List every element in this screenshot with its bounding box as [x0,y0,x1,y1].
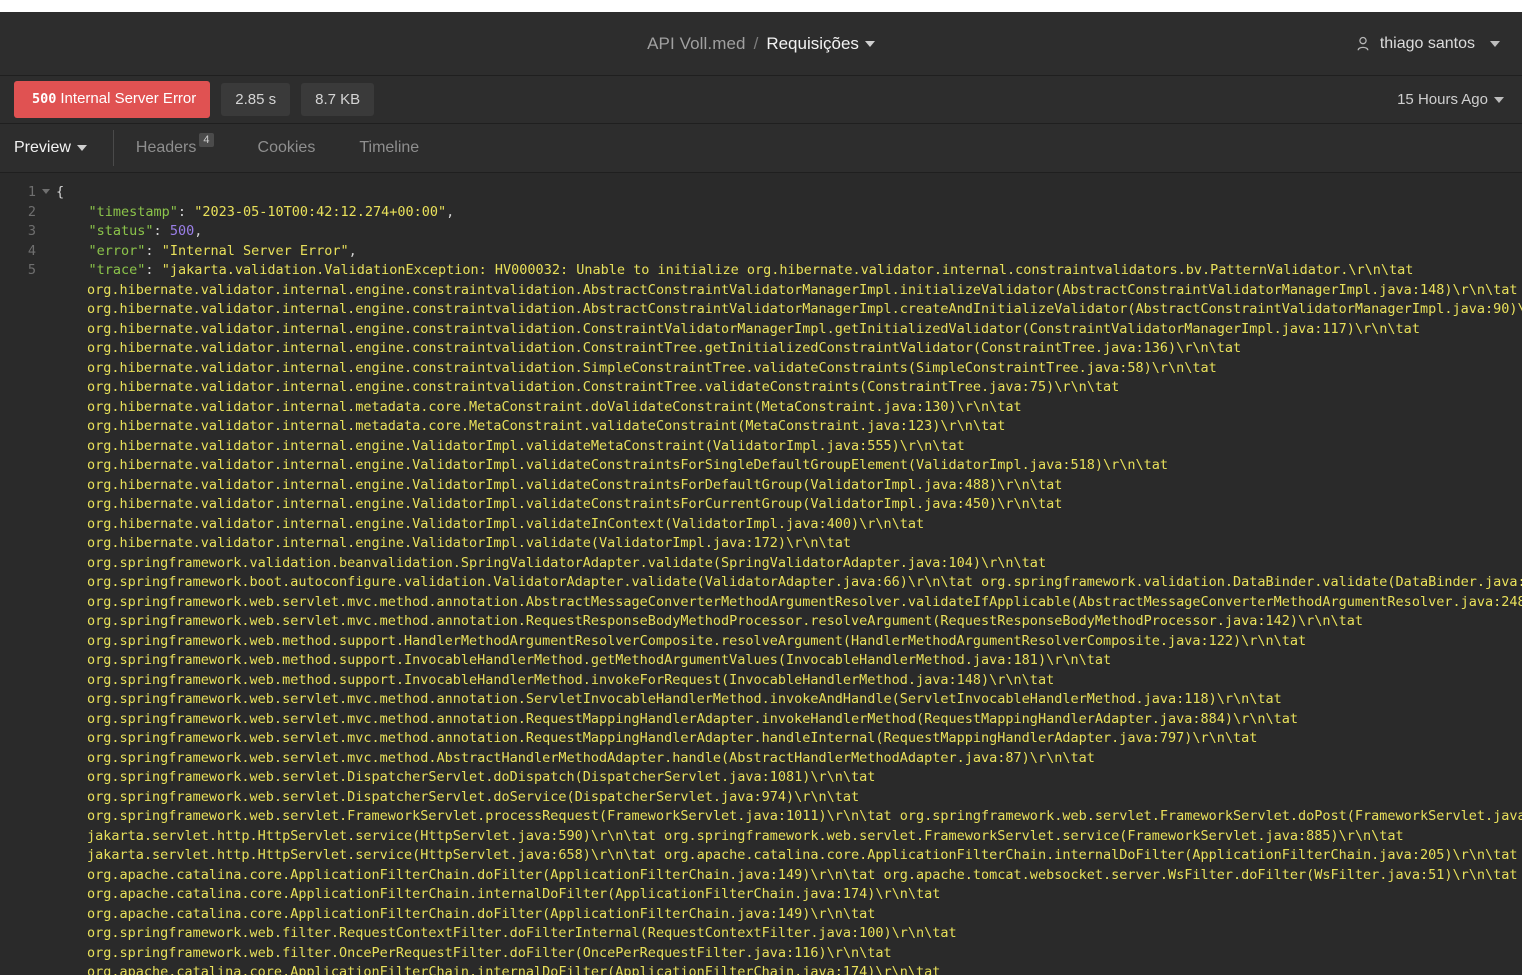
time-ago-selector[interactable]: 15 Hours Ago [1397,91,1504,108]
status-code: 500 [32,90,57,107]
line-number: 1 [0,183,52,203]
stack-trace-line: org.apache.catalina.core.ApplicationFilt… [87,964,941,975]
tab-cookies-label: Cookies [257,139,316,156]
json-key: "trace" [88,262,146,278]
tab-headers[interactable]: Headers 4 [114,124,236,172]
response-time-badge: 2.85 s [221,83,291,116]
breadcrumb-separator: / [753,33,759,53]
stack-trace-line: org.springframework.web.servlet.mvc.meth… [87,613,1364,629]
json-preview-panel[interactable]: 12 3 4 5 { "timestamp": "2023-05-10T00:42:1… [0,173,1522,975]
breadcrumb: API Voll.med / Requisições [0,34,1522,54]
stack-trace-line: org.springframework.web.servlet.Dispatch… [87,769,876,785]
stack-trace-line: org.springframework.web.servlet.mvc.meth… [87,691,1282,707]
time-ago-label: 15 Hours Ago [1397,91,1488,108]
tab-preview[interactable]: Preview [14,124,113,172]
tab-cookies[interactable]: Cookies [236,124,338,172]
stack-trace-line: org.hibernate.validator.internal.engine.… [87,496,1063,512]
stack-trace-line: org.springframework.web.servlet.mvc.meth… [87,730,1258,746]
line-number: 5 [27,262,36,278]
stack-trace-line: org.springframework.boot.autoconfigure.v… [87,574,1522,590]
stack-trace-line: org.springframework.web.servlet.mvc.meth… [87,749,1095,766]
title-bar: API Voll.med / Requisições thiago santos [0,12,1522,76]
stack-trace-line: jakarta.servlet.http.HttpServlet.service… [87,847,1518,863]
status-badge: 500 Internal Server Error [14,80,211,119]
stack-trace-line: org.hibernate.validator.internal.engine.… [87,476,1063,493]
json-line: "status": 500, [88,223,203,239]
tab-headers-label: Headers [135,139,197,156]
breadcrumb-current[interactable]: Requisições [766,34,875,54]
stack-trace-line: org.hibernate.validator.internal.engine.… [87,437,965,454]
stack-trace-line: org.apache.catalina.core.ApplicationFilt… [87,866,1518,883]
stack-trace-line: org.hibernate.validator.internal.engine.… [87,457,1168,473]
stack-trace-line: org.springframework.web.servlet.Dispatch… [87,788,860,805]
json-key: "error" [88,242,146,259]
stack-trace-line: org.hibernate.validator.internal.engine.… [87,515,925,532]
stack-trace-line: org.springframework.web.filter.RequestCo… [87,925,957,941]
json-value: "Internal Server Error" [161,242,349,259]
chevron-down-icon [76,145,87,151]
tab-timeline-label: Timeline [359,139,420,156]
stack-trace-line: org.springframework.validation.beanvalid… [87,554,1047,571]
stack-trace-line: org.hibernate.validator.internal.engine.… [87,340,1242,356]
line-number: 2 [27,203,36,220]
tab-preview-label: Preview [14,139,71,156]
tab-timeline[interactable]: Timeline [337,124,441,172]
stack-trace-line: org.hibernate.validator.internal.metadat… [87,418,1006,434]
tab-bar: Preview Headers 4 Cookies Timeline [0,124,1522,173]
line-number: 3 [27,223,36,239]
chevron-down-icon [1490,40,1500,47]
stack-trace-line: org.hibernate.validator.internal.engine.… [87,281,1518,298]
stack-trace-line: org.hibernate.validator.internal.engine.… [87,359,1217,376]
stack-trace-line: jakarta.servlet.http.HttpServlet.service… [87,827,1404,844]
user-name-label: thiago santos [1379,34,1475,52]
stack-trace-line: org.springframework.web.method.support.H… [87,632,1307,649]
json-value: "2023-05-10T00:42:12.274+00:00" [194,203,447,220]
stack-trace-line: org.springframework.web.servlet.mvc.meth… [87,710,1299,727]
response-status-bar: 500 Internal Server Error 2.85 s 8.7 KB 1… [0,76,1522,124]
json-value: 500 [169,223,195,239]
response-size-badge: 8.7 KB [301,83,375,116]
line-number-gutter: 12 3 4 5 [0,173,52,975]
chevron-down-icon [1494,96,1504,103]
stack-trace-line: org.springframework.web.method.support.I… [87,652,1112,668]
fold-triangle-icon[interactable] [42,189,50,194]
request-inspector-window: API Voll.med / Requisições thiago santos… [0,0,1522,975]
person-icon [1355,36,1371,52]
stack-trace-line: org.hibernate.validator.internal.engine.… [87,535,852,551]
stack-trace-line: org.hibernate.validator.internal.engine.… [87,379,1120,395]
breadcrumb-app-name[interactable]: API Voll.med [647,34,746,54]
json-open-brace: { [56,184,65,200]
window-top-strip [0,0,1522,12]
stack-trace-line: org.springframework.web.filter.OncePerRe… [87,944,892,961]
user-menu[interactable]: thiago santos [1355,35,1500,53]
stack-trace-line: org.apache.catalina.core.ApplicationFilt… [87,905,876,922]
stack-trace-line: org.hibernate.validator.internal.engine.… [87,320,1420,337]
breadcrumb-current-label: Requisições [766,33,859,53]
json-content[interactable]: { "timestamp": "2023-05-10T00:42:12.274+… [52,173,1522,975]
json-value: "jakarta.validation.ValidationException:… [161,262,1414,278]
stack-trace-line: org.hibernate.validator.internal.metadat… [87,398,1022,415]
headers-count-badge: 4 [199,133,214,148]
stack-trace-line: org.springframework.web.method.support.I… [87,671,1055,688]
json-line: "timestamp": "2023-05-10T00:42:12.274+00… [88,203,455,220]
json-key: "timestamp" [88,203,178,220]
json-key: "status" [88,223,154,239]
stack-trace-line: org.springframework.web.servlet.Framewor… [87,808,1522,824]
stack-trace-line: org.springframework.web.servlet.mvc.meth… [87,593,1522,610]
status-text: Internal Server Error [60,89,197,107]
json-line: "trace": "jakarta.validation.ValidationE… [88,262,1414,278]
line-number: 4 [27,242,36,259]
chevron-down-icon [864,41,875,48]
json-line: "error": "Internal Server Error", [88,242,357,259]
json-line: { [56,183,1522,203]
stack-trace-line: org.apache.catalina.core.ApplicationFilt… [87,886,941,902]
stack-trace-line: org.hibernate.validator.internal.engine.… [87,301,1522,317]
